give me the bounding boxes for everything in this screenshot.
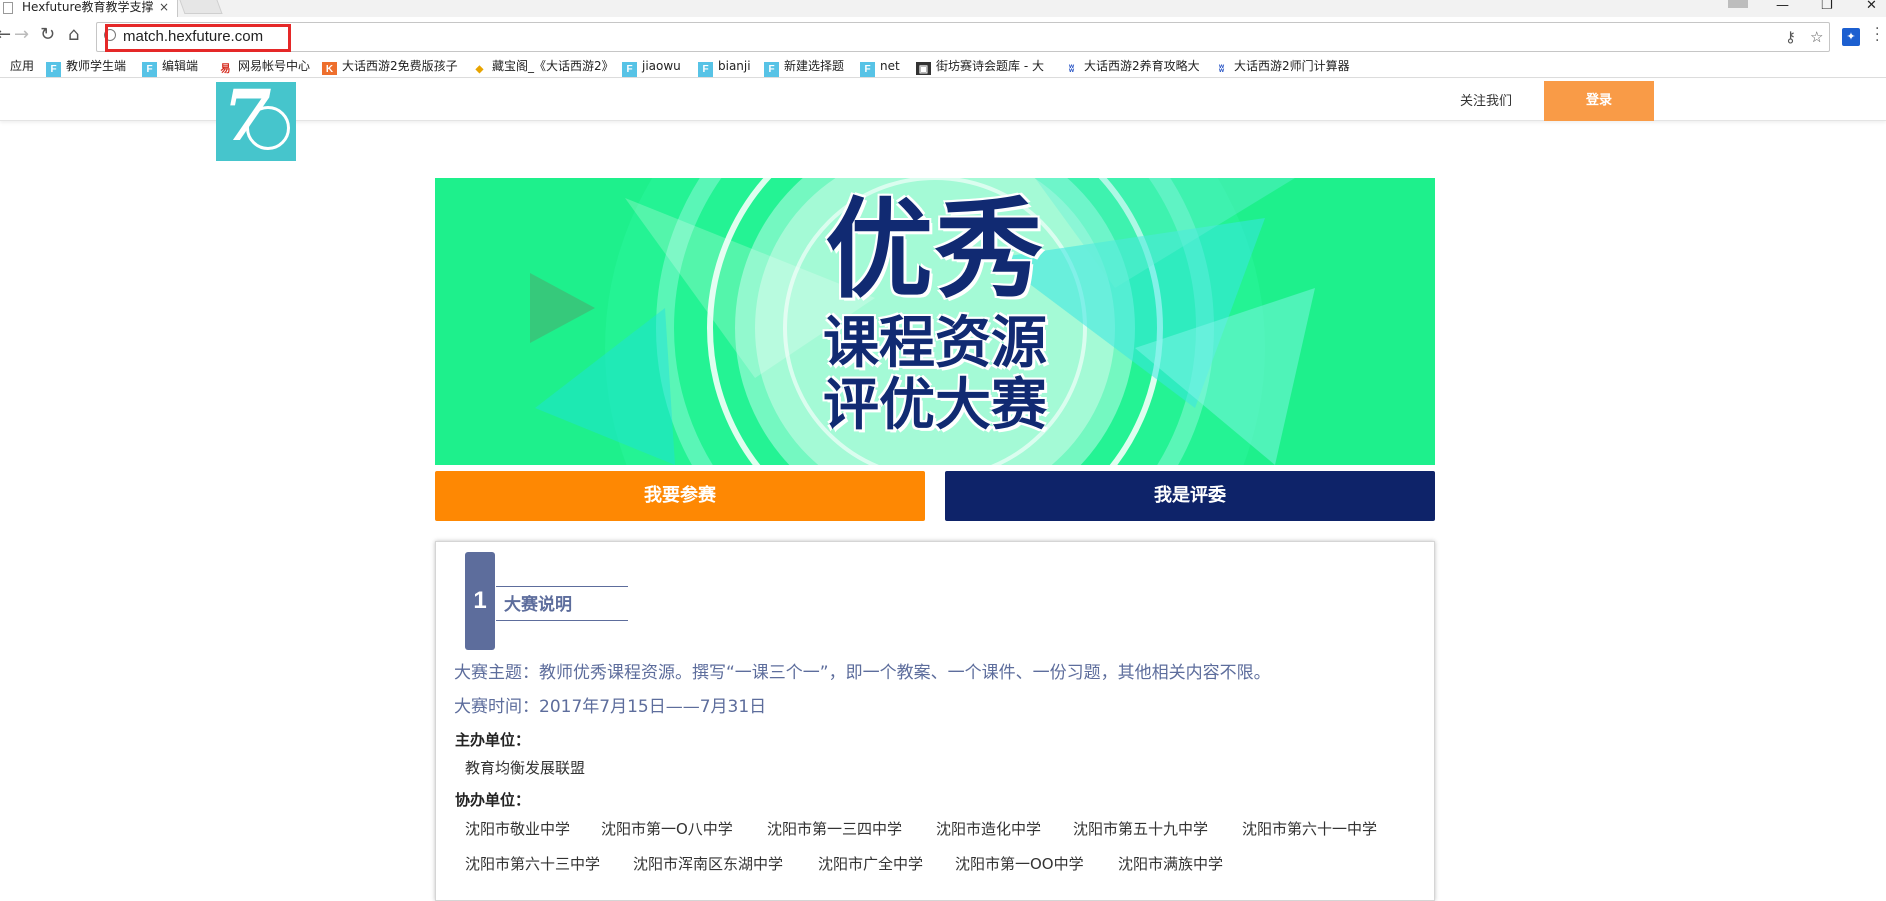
- banner-title-line1: 优秀: [824, 187, 1045, 313]
- treasure-icon: ◆: [472, 62, 487, 75]
- bookmark-label: net: [880, 59, 900, 73]
- section-title-rule-bottom: [496, 620, 628, 621]
- co-org-item: 沈阳市第一三四中学: [767, 820, 903, 838]
- banner-title-line3: 评优大赛: [823, 372, 1047, 438]
- back-icon[interactable]: ←: [0, 25, 11, 45]
- co-org-label: 协办单位：: [455, 791, 531, 809]
- f-icon: F: [622, 62, 637, 77]
- bookmark-label: 教师学生端: [66, 59, 127, 73]
- netease-icon: 易: [218, 62, 233, 77]
- k-icon: K: [322, 62, 337, 75]
- section-title: 大赛说明: [504, 595, 572, 615]
- address-bar[interactable]: [96, 22, 1830, 52]
- co-org-item: 沈阳市造化中学: [936, 820, 1042, 838]
- menu-icon[interactable]: · · ·: [1875, 22, 1879, 48]
- section-title-rule-top: [496, 586, 628, 587]
- join-contest-button[interactable]: 我要参赛: [435, 471, 925, 521]
- f-icon: F: [142, 62, 157, 77]
- judge-button[interactable]: 我是评委: [945, 471, 1435, 521]
- bookmark-item[interactable]: ◆ 藏宝阁_《大话西游2》: [472, 57, 610, 75]
- f-icon: F: [764, 62, 779, 77]
- bookmark-item[interactable]: ▣ 街坊赛诗会题库 - 大: [916, 57, 1054, 75]
- bookmark-item[interactable]: 易网易帐号中心: [218, 57, 311, 77]
- tab-close-icon[interactable]: ×: [159, 0, 169, 15]
- section-number-badge: 1: [465, 552, 495, 650]
- home-icon[interactable]: ⌂: [68, 25, 79, 45]
- contest-banner: 优秀 课程资源 评优大赛: [435, 178, 1435, 465]
- page-favicon-icon: [3, 2, 13, 14]
- bookmarks-bar: 应用 F 教师学生端 F 编辑端 易网易帐号中心 K 大话西游2免费版孩子 ◆ 藏宝阁_…: [0, 54, 1886, 78]
- url-highlight-box: [105, 24, 291, 52]
- banner-title-line2: 课程资源: [823, 310, 1047, 376]
- butterfly-icon: ʬ: [1064, 62, 1079, 75]
- f-icon: F: [698, 62, 713, 77]
- co-org-item: 沈阳市敬业中学: [465, 820, 571, 838]
- contest-theme: 大赛主题：教师优秀课程资源。撰写“一课三个一”，即一个教案、一个课件、一份习题，…: [454, 663, 1271, 683]
- co-org-item: 沈阳市第一О八中学: [601, 820, 733, 838]
- butterfly-icon: ʬ: [1214, 62, 1229, 75]
- profile-icon[interactable]: [1728, 0, 1748, 8]
- browser-tab[interactable]: Hexfuture教育教学支撑: [0, 0, 178, 17]
- co-org-item: 沈阳市浑南区东湖中学: [633, 855, 784, 873]
- host-label: 主办单位：: [455, 731, 531, 749]
- site-logo[interactable]: 7: [216, 82, 296, 161]
- bookmark-label: bianji: [718, 59, 751, 73]
- bookmark-label: 新建选择题: [784, 59, 845, 73]
- globe-icon: [246, 106, 290, 150]
- bookmark-item[interactable]: K 大话西游2免费版孩子: [322, 57, 460, 75]
- bookmark-item[interactable]: ʬ 大话西游2师门计算器: [1214, 57, 1352, 75]
- bookmark-label: 编辑端: [162, 59, 199, 73]
- bookmark-label: 网易帐号中心: [238, 59, 311, 73]
- co-org-item: 沈阳市第一ОО中学: [955, 855, 1084, 873]
- bookmark-label: jiaowu: [642, 59, 681, 73]
- reload-icon[interactable]: ↻: [40, 25, 55, 45]
- host-org: 教育均衡发展联盟: [465, 759, 586, 777]
- tab-title: Hexfuture教育教学支撑: [22, 0, 154, 14]
- bookmark-label: 大话西游2免费版孩子: [342, 59, 458, 73]
- contest-info-card: [435, 541, 1435, 901]
- co-org-item: 沈阳市第六十三中学: [465, 855, 601, 873]
- bookmark-label: 藏宝阁_《大话西游2》: [492, 59, 610, 73]
- bookmark-item[interactable]: F 教师学生端: [46, 57, 127, 77]
- bookmark-item[interactable]: Fbianji: [698, 57, 751, 77]
- restore-icon[interactable]: ❐: [1821, 0, 1833, 12]
- co-org-item: 沈阳市广全中学: [818, 855, 924, 873]
- co-org-item: 沈阳市第五十九中学: [1073, 820, 1209, 838]
- f-icon: F: [860, 62, 875, 77]
- bookmark-label: 街坊赛诗会题库 - 大: [936, 59, 1044, 73]
- bookmark-label: 应用: [10, 59, 35, 73]
- co-org-item: 沈阳市满族中学: [1118, 855, 1224, 873]
- dark-icon: ▣: [916, 62, 931, 75]
- key-icon[interactable]: ⚷: [1785, 27, 1796, 47]
- minimize-icon[interactable]: —: [1776, 0, 1789, 12]
- login-button[interactable]: 登录: [1544, 81, 1654, 121]
- bookmark-item[interactable]: 应用: [10, 57, 34, 75]
- new-tab-button[interactable]: [179, 0, 223, 14]
- bookmark-item[interactable]: Fjiaowu: [622, 57, 681, 77]
- bookmark-label: 大话西游2师门计算器: [1234, 59, 1350, 73]
- close-window-icon[interactable]: ✕: [1866, 0, 1877, 12]
- bookmark-label: 大话西游2养育攻略大: [1084, 59, 1200, 73]
- bookmark-item[interactable]: Fnet: [860, 57, 900, 77]
- bookmark-item[interactable]: ʬ 大话西游2养育攻略大: [1064, 57, 1202, 75]
- co-org-item: 沈阳市第六十一中学: [1242, 820, 1378, 838]
- follow-us-link[interactable]: 关注我们: [1460, 94, 1512, 110]
- tab-strip: Hexfuture教育教学支撑 × — ❐ ✕: [0, 0, 1886, 17]
- bookmark-item[interactable]: F 新建选择题: [764, 57, 845, 77]
- contest-time: 大赛时间：2017年7月15日——7月31日: [454, 697, 767, 717]
- bookmark-item[interactable]: F 编辑端: [142, 57, 199, 77]
- f-icon: F: [46, 62, 61, 77]
- extension-icon[interactable]: ✦: [1842, 28, 1860, 46]
- bookmark-star-icon[interactable]: ☆: [1810, 27, 1823, 47]
- forward-icon[interactable]: →: [14, 25, 29, 45]
